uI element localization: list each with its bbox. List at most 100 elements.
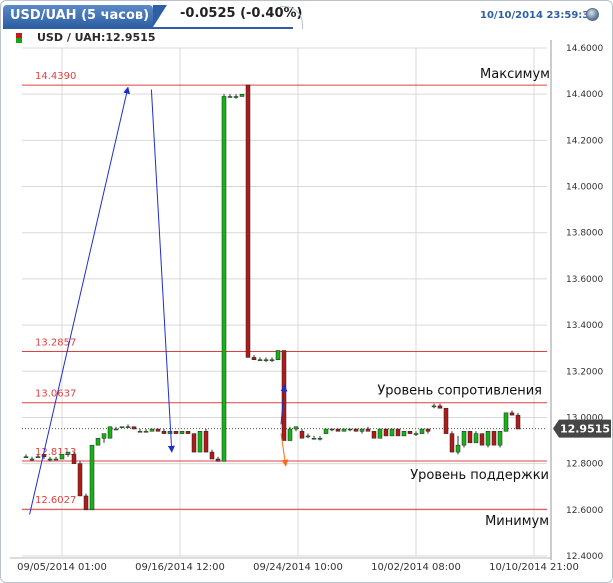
x-tick-label: 09/16/2014 12:00	[135, 562, 225, 573]
candle-body	[179, 431, 185, 434]
candle-body	[443, 407, 449, 434]
level-label: 14.4390	[35, 71, 76, 82]
instrument-down-icon	[16, 33, 22, 38]
candle-body	[71, 454, 77, 464]
candle-body	[29, 458, 35, 461]
candle-body	[359, 428, 365, 432]
candle-body	[317, 437, 323, 440]
annotation-resistance: Уровень сопротивления	[377, 384, 542, 399]
candle-body	[59, 454, 65, 460]
trend-arrow	[150, 89, 175, 453]
candle-body	[275, 350, 281, 360]
x-tick-label: 09/24/2014 10:00	[253, 562, 343, 573]
candle-body	[455, 444, 461, 453]
candle-body	[401, 431, 407, 437]
candle-body	[203, 431, 209, 453]
candle-body	[47, 458, 53, 461]
annotation-support: Уровень поддержки	[410, 468, 549, 483]
candle-body	[161, 431, 167, 434]
candle-body	[353, 428, 359, 432]
candle-body	[107, 426, 113, 439]
y-tick-label: 13.2000	[566, 367, 603, 377]
candle-body	[329, 428, 335, 431]
candle-body	[377, 428, 383, 439]
candle-body	[197, 431, 203, 453]
candle-body	[113, 428, 119, 431]
candle-body	[65, 451, 71, 455]
level-label: 13.0637	[35, 389, 76, 400]
y-tick-label: 14.0000	[566, 183, 603, 193]
candle-body	[191, 433, 197, 453]
x-tick-label: 10/10/2014 21:00	[489, 562, 579, 573]
candle-body	[491, 431, 497, 446]
candle-body	[263, 359, 269, 361]
candle-body	[485, 431, 491, 446]
candle-body	[245, 84, 251, 358]
candle-body	[395, 428, 401, 437]
candle-body	[269, 359, 275, 361]
candle-body	[35, 456, 41, 458]
y-tick-label: 13.8000	[566, 229, 603, 239]
candle-body	[437, 405, 443, 409]
level-label: 12.6027	[35, 495, 76, 506]
y-tick-label: 14.6000	[566, 44, 603, 54]
candle-body	[209, 451, 215, 460]
candle-body	[95, 437, 101, 446]
candle-body	[251, 357, 257, 360]
candle-body	[167, 431, 173, 434]
candle-body	[173, 431, 179, 434]
candle-body	[143, 431, 149, 433]
candle-body	[185, 431, 191, 434]
candle-body	[473, 433, 479, 444]
candle-body	[287, 428, 293, 441]
candle-body	[425, 428, 431, 432]
candle-body	[347, 428, 353, 431]
candle-body	[221, 96, 227, 462]
last-price-label: 12.9515	[560, 423, 610, 436]
y-tick-label: 13.4000	[566, 321, 603, 331]
x-tick-label: 09/05/2014 01:00	[17, 562, 107, 573]
candle-body	[515, 414, 521, 430]
candlestick-chart: 14.439013.285713.063712.811312.6027 Макс…	[10, 31, 611, 573]
trend-arrow	[29, 86, 130, 515]
candle-body	[149, 428, 155, 432]
candle-body	[431, 405, 437, 408]
y-tick-label: 12.6000	[566, 506, 603, 516]
annotation-max: Максимум	[480, 67, 550, 82]
y-tick-label: 13.6000	[566, 275, 603, 285]
candle-body	[479, 433, 485, 446]
candle-body	[257, 359, 263, 361]
candle-body	[89, 444, 95, 511]
candle-body	[371, 431, 377, 439]
candle-body	[83, 495, 89, 511]
candle-body	[131, 426, 137, 430]
y-tick-label: 14.4000	[566, 90, 603, 100]
y-tick-label: 14.2000	[566, 136, 603, 146]
candle-body	[215, 458, 221, 462]
candle-body	[233, 96, 239, 98]
candle-body	[23, 456, 29, 458]
candle-body	[53, 458, 59, 461]
candle-body	[449, 433, 455, 453]
candle-body	[407, 431, 413, 434]
candle-body	[119, 426, 125, 428]
candle-body	[497, 431, 503, 446]
candle-body	[305, 435, 311, 438]
candle-body	[239, 93, 245, 97]
candle-body	[341, 428, 347, 432]
candle-body	[155, 428, 161, 432]
candle-body	[227, 96, 233, 98]
x-tick-label: 10/02/2014 08:00	[371, 562, 461, 573]
candle-body	[293, 426, 299, 430]
candle-body	[389, 428, 395, 437]
annotation-min: Минимум	[485, 514, 549, 529]
candle-body	[509, 412, 515, 416]
candle-body	[311, 437, 317, 440]
instrument-label: USD / UAH:12.9515	[37, 31, 155, 44]
candle-body	[299, 431, 305, 439]
y-tick-label: 12.4000	[566, 552, 603, 562]
candle-body	[413, 433, 419, 435]
candle-body	[335, 428, 341, 432]
candle-body	[467, 431, 473, 444]
candle-body	[419, 428, 425, 434]
